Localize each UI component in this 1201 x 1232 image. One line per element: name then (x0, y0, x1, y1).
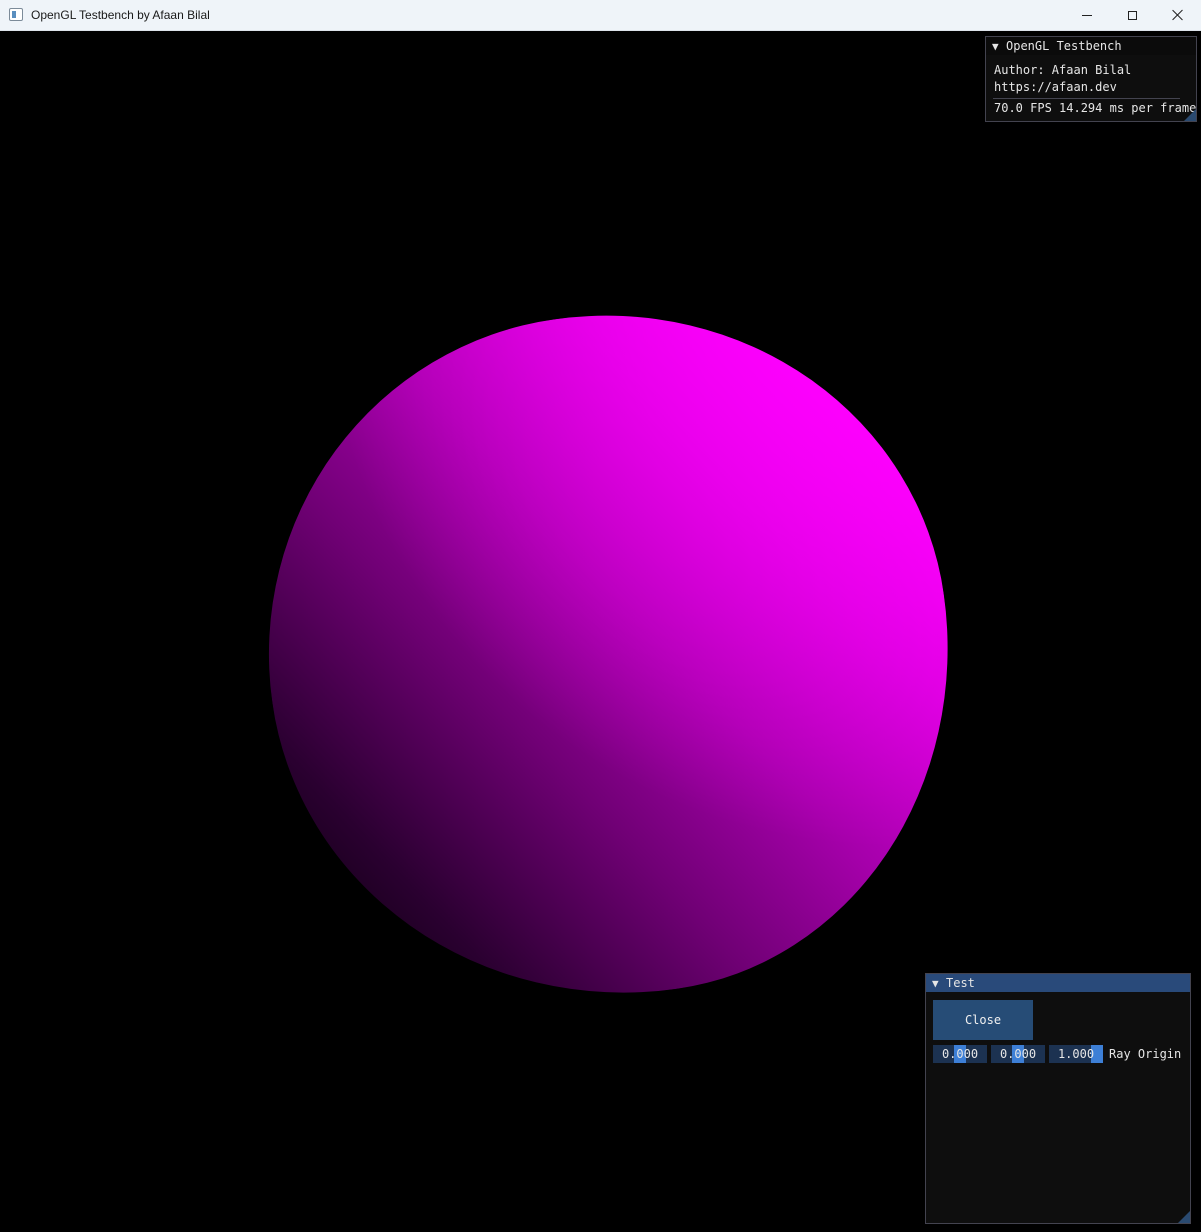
title-bar[interactable]: OpenGL Testbench by Afaan Bilal (0, 0, 1201, 31)
minimize-button[interactable] (1064, 0, 1110, 30)
app-icon (9, 8, 23, 21)
window-title: OpenGL Testbench by Afaan Bilal (31, 8, 210, 22)
maximize-button[interactable] (1109, 0, 1155, 30)
info-panel-titlebar[interactable]: ▼ OpenGL Testbench (986, 37, 1196, 55)
info-panel[interactable]: ▼ OpenGL Testbench Author: Afaan Bilal ht… (985, 36, 1197, 122)
info-panel-title: OpenGL Testbench (1006, 39, 1122, 53)
test-panel[interactable]: ▼ Test Close 0.000 0.000 1.000 Ray Origin (925, 973, 1191, 1224)
author-text: Author: Afaan Bilal (994, 63, 1132, 77)
close-icon (1172, 9, 1184, 21)
close-button[interactable]: Close (933, 1000, 1033, 1040)
separator (993, 98, 1180, 99)
resize-grip[interactable] (1178, 1211, 1190, 1223)
ray-origin-x-value: 0.000 (941, 1047, 979, 1061)
ray-origin-x-input[interactable]: 0.000 (933, 1045, 987, 1063)
ray-origin-z-input[interactable]: 1.000 (1049, 1045, 1103, 1063)
ray-origin-label: Ray Origin (1109, 1047, 1182, 1061)
rendered-sphere (224, 270, 994, 1040)
close-window-button[interactable] (1155, 0, 1201, 30)
collapse-arrow-icon[interactable]: ▼ (992, 38, 1006, 56)
ray-origin-y-value: 0.000 (999, 1047, 1037, 1061)
collapse-arrow-icon[interactable]: ▼ (932, 975, 946, 993)
resize-grip[interactable] (1184, 109, 1196, 121)
app-window: OpenGL Testbench by Afaan Bilal ▼ OpenGL … (0, 0, 1201, 1232)
fps-readout: 70.0 FPS 14.294 ms per frame (994, 101, 1197, 115)
maximize-icon (1127, 10, 1137, 20)
minimize-icon (1082, 14, 1092, 16)
test-panel-title: Test (946, 976, 975, 990)
ray-origin-y-input[interactable]: 0.000 (991, 1045, 1045, 1063)
test-panel-titlebar[interactable]: ▼ Test (926, 974, 1190, 992)
url-text: https://afaan.dev (994, 80, 1117, 94)
ray-origin-z-value: 1.000 (1057, 1047, 1095, 1061)
